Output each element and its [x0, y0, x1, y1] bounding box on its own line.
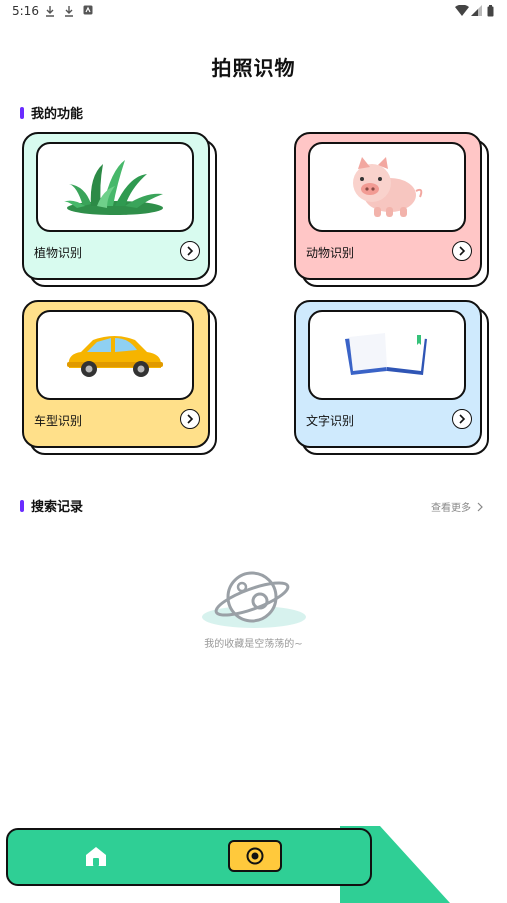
car-recognition-card[interactable]: 车型识别 — [22, 300, 217, 455]
book-icon — [345, 333, 427, 375]
view-more-link[interactable]: 查看更多 — [431, 499, 485, 514]
card-body: 文字识别 — [294, 300, 482, 448]
chevron-right-icon[interactable] — [180, 241, 200, 261]
plant-recognition-card[interactable]: 植物识别 — [22, 132, 217, 287]
page-title: 拍照识物 — [211, 56, 296, 80]
car-icon — [67, 336, 163, 377]
card-image-frame — [308, 310, 466, 400]
card-body: 植物识别 — [22, 132, 210, 280]
card-image-frame — [308, 142, 466, 232]
signal-icon — [471, 5, 482, 16]
home-icon[interactable] — [84, 845, 108, 867]
card-label: 动物识别 — [306, 246, 355, 260]
functions-section-title: 我的功能 — [31, 107, 84, 122]
chevron-right-icon[interactable] — [452, 241, 472, 261]
card-image-frame — [36, 310, 194, 400]
text-recognition-card[interactable]: 文字识别 — [294, 300, 489, 455]
camera-icon — [246, 847, 264, 865]
chevron-right-icon[interactable] — [180, 409, 200, 429]
camera-button[interactable] — [228, 840, 282, 872]
section-accent-bar — [20, 499, 24, 512]
app-notification-icon — [83, 5, 93, 15]
section-accent-bar — [20, 106, 24, 119]
wifi-icon — [455, 5, 469, 16]
card-body: 车型识别 — [22, 300, 210, 448]
planet-icon — [202, 571, 306, 628]
status-bar: 5:16 — [0, 0, 507, 22]
chevron-right-icon[interactable] — [452, 409, 472, 429]
functions-section-header: 我的功能 — [20, 103, 83, 122]
plant-icon — [63, 160, 163, 215]
chevron-right-icon — [477, 502, 483, 511]
search-section-header: 搜索记录 — [20, 496, 83, 515]
animal-recognition-card[interactable]: 动物识别 — [294, 132, 489, 287]
battery-icon — [487, 5, 494, 17]
download-icon — [65, 6, 73, 17]
empty-state-text: 我的收藏是空荡荡的~ — [204, 639, 303, 650]
view-more-label: 查看更多 — [431, 503, 471, 514]
card-label: 车型识别 — [34, 414, 83, 428]
card-image-frame — [36, 142, 194, 232]
card-label: 文字识别 — [306, 414, 355, 428]
card-label: 植物识别 — [34, 246, 83, 260]
download-icon — [46, 6, 54, 17]
status-time: 5:16 — [12, 4, 39, 18]
pig-icon — [353, 157, 423, 217]
search-section-title: 搜索记录 — [31, 500, 84, 515]
bottom-nav — [6, 828, 372, 886]
card-body: 动物识别 — [294, 132, 482, 280]
